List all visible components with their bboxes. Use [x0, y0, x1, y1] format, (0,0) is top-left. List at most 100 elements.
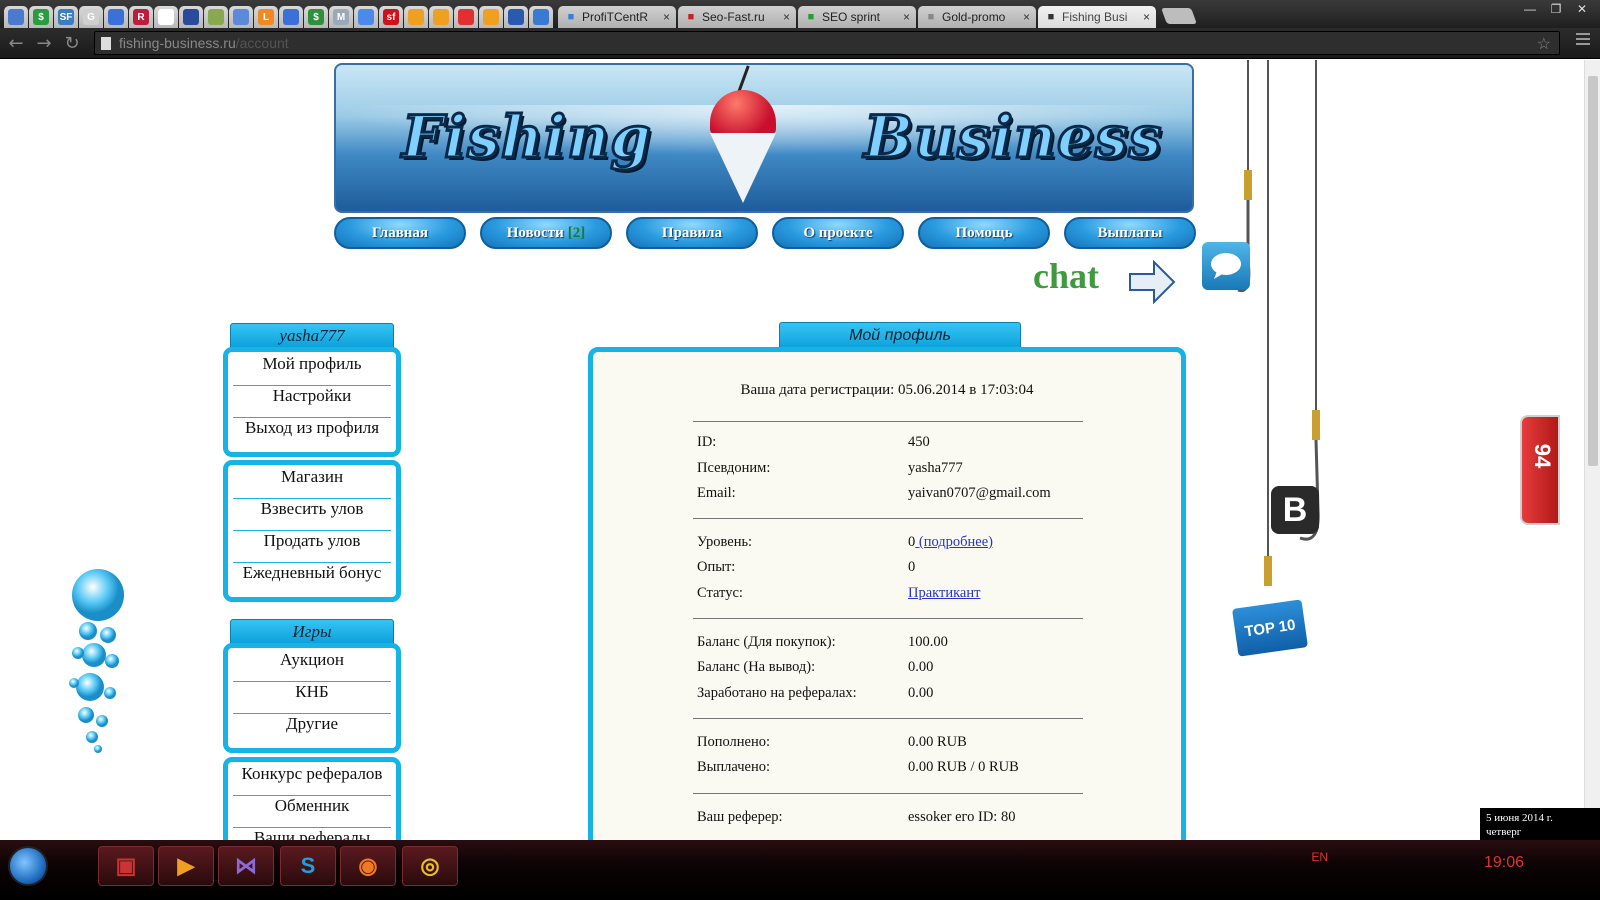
- shop-menu: Магазин Взвесить улов Продать улов Ежедн…: [223, 460, 401, 602]
- forward-icon[interactable]: →: [32, 33, 56, 54]
- bookmark-star-icon[interactable]: ☆: [1537, 34, 1551, 54]
- pinned-tab[interactable]: [179, 6, 203, 28]
- pinned-tab[interactable]: L: [254, 6, 278, 28]
- pinned-tab[interactable]: [204, 6, 228, 28]
- pinned-tab[interactable]: [154, 6, 178, 28]
- tab-close-icon[interactable]: ×: [1023, 10, 1030, 24]
- player-app-icon[interactable]: ▶: [158, 846, 214, 886]
- menu-sell-catch[interactable]: Продать улов: [233, 531, 391, 563]
- pinned-tab[interactable]: M: [329, 6, 353, 28]
- firefox-icon[interactable]: ◉: [340, 846, 396, 886]
- restore-icon[interactable]: ❐: [1544, 1, 1568, 17]
- pinned-tab[interactable]: [529, 6, 553, 28]
- pinned-tab[interactable]: [504, 6, 528, 28]
- pinned-tab[interactable]: $: [304, 6, 328, 28]
- browser-tab[interactable]: ■ SEO sprint ×: [798, 6, 916, 28]
- minimize-icon[interactable]: —: [1518, 1, 1542, 17]
- tab-title: SEO sprint: [822, 10, 881, 24]
- favicon-icon: SF: [58, 9, 74, 25]
- profile-row-referrer: Ваш реферер: essoker его ID: 80: [697, 809, 1016, 825]
- status-link[interactable]: Практикант: [908, 585, 980, 602]
- pinned-tab[interactable]: $: [29, 6, 53, 28]
- address-bar[interactable]: fishing-business.ru/account ☆: [94, 31, 1560, 55]
- favicon-icon: sf: [383, 9, 399, 25]
- tab-close-icon[interactable]: ×: [783, 10, 790, 24]
- tab-close-icon[interactable]: ×: [663, 10, 670, 24]
- date-tooltip: 5 июня 2014 г. четверг: [1480, 808, 1600, 844]
- menu-rps[interactable]: КНБ: [233, 682, 391, 714]
- menu-referral-contest[interactable]: Конкурс рефералов: [233, 764, 391, 796]
- site-banner: Fishing Business: [334, 63, 1194, 213]
- skype-icon[interactable]: S: [280, 846, 336, 886]
- nav-home[interactable]: Главная: [334, 217, 466, 249]
- browser-menu-icon[interactable]: [1576, 33, 1590, 48]
- browser-tab[interactable]: ■ Seo-Fast.ru ×: [678, 6, 796, 28]
- tab-close-icon[interactable]: ×: [903, 10, 910, 24]
- back-icon[interactable]: ←: [4, 33, 28, 54]
- logo-word-fishing: Fishing: [401, 102, 653, 173]
- menu-daily-bonus[interactable]: Ежедневный бонус: [233, 563, 391, 595]
- nav-rules[interactable]: Правила: [626, 217, 758, 249]
- level-details-link[interactable]: (подробнее): [915, 534, 993, 550]
- nav-payouts[interactable]: Выплаты: [1064, 217, 1196, 249]
- favicon-icon: [433, 9, 449, 25]
- close-window-icon[interactable]: ✕: [1570, 1, 1594, 17]
- url-path: /account: [235, 35, 289, 51]
- pinned-tab[interactable]: [104, 6, 128, 28]
- favicon-icon: L: [258, 9, 274, 25]
- tab-title: Seo-Fast.ru: [702, 10, 765, 24]
- pinned-tab[interactable]: R: [129, 6, 153, 28]
- pinned-tab[interactable]: [354, 6, 378, 28]
- browser-tab[interactable]: ■ Fishing Busi ×: [1038, 6, 1156, 28]
- menu-other-games[interactable]: Другие: [233, 714, 391, 746]
- favicon-icon: [408, 9, 424, 25]
- language-indicator[interactable]: EN: [1311, 850, 1328, 864]
- nav-about[interactable]: О проекте: [772, 217, 904, 249]
- side-widget[interactable]: 94: [1520, 415, 1560, 525]
- reload-icon[interactable]: ↻: [60, 33, 84, 54]
- chrome-icon[interactable]: ◎: [402, 846, 458, 886]
- favicon-icon: [483, 9, 499, 25]
- visual-studio-icon[interactable]: ⋈: [218, 846, 274, 886]
- pinned-tab[interactable]: [4, 6, 28, 28]
- pinned-tab[interactable]: [479, 6, 503, 28]
- page-scrollbar[interactable]: [1584, 60, 1600, 860]
- menu-shop[interactable]: Магазин: [233, 467, 391, 499]
- menu-my-profile[interactable]: Мой профиль: [233, 354, 391, 386]
- profile-row-id: ID: 450: [697, 434, 930, 450]
- nav-news[interactable]: Новости [2]: [480, 217, 612, 249]
- pinned-tab[interactable]: [279, 6, 303, 28]
- b-badge[interactable]: B: [1271, 486, 1319, 534]
- new-tab-button[interactable]: [1161, 8, 1197, 24]
- tab-close-icon[interactable]: ×: [1143, 10, 1150, 24]
- pinned-tab[interactable]: SF: [54, 6, 78, 28]
- chat-bubble-icon[interactable]: [1202, 242, 1250, 290]
- menu-settings[interactable]: Настройки: [233, 386, 391, 418]
- menu-exchanger[interactable]: Обменник: [233, 796, 391, 828]
- favicon-icon: $: [308, 9, 324, 25]
- browser-tab[interactable]: ■ Gold-promo ×: [918, 6, 1036, 28]
- pinned-tab[interactable]: G: [79, 6, 103, 28]
- tab-title: ProfiTCentR: [582, 10, 649, 24]
- menu-auction[interactable]: Аукцион: [233, 650, 391, 682]
- pinned-tab[interactable]: [429, 6, 453, 28]
- scrollbar-thumb[interactable]: [1588, 76, 1598, 466]
- pinned-tab[interactable]: [404, 6, 428, 28]
- nav-help[interactable]: Помощь: [918, 217, 1050, 249]
- browser-tab[interactable]: ■ ProfiTCentR ×: [558, 6, 676, 28]
- profile-row-level: Уровень: 0 (подробнее): [697, 534, 994, 550]
- pinned-tab[interactable]: [454, 6, 478, 28]
- menu-logout[interactable]: Выход из профиля: [233, 418, 391, 450]
- favicon-icon: [208, 9, 224, 25]
- start-button[interactable]: [8, 846, 48, 886]
- chat-label[interactable]: chat: [1033, 255, 1099, 297]
- favicon-icon: [8, 9, 24, 25]
- pinned-tab[interactable]: sf: [379, 6, 403, 28]
- menu-weigh-catch[interactable]: Взвесить улов: [233, 499, 391, 531]
- divider: [693, 518, 1083, 519]
- top10-badge[interactable]: TOP 10: [1232, 599, 1308, 657]
- media-app-icon[interactable]: ▣: [98, 846, 154, 886]
- clock[interactable]: 19:06: [1484, 854, 1524, 872]
- pinned-tab[interactable]: [229, 6, 253, 28]
- favicon-icon: M: [333, 9, 349, 25]
